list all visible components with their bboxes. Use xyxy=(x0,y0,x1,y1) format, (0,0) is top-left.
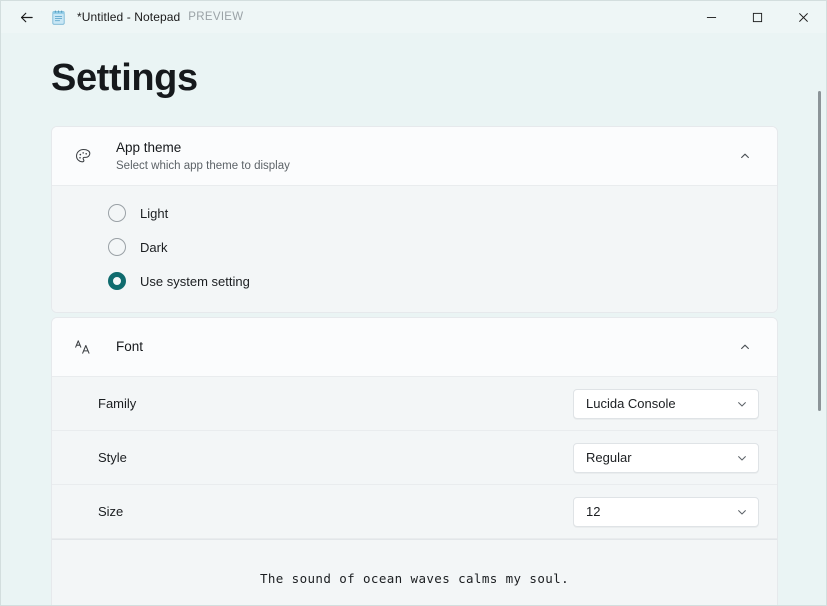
chevron-down-icon xyxy=(736,398,748,410)
app-theme-header[interactable]: App theme Select which app theme to disp… xyxy=(52,127,777,185)
font-card: Font Family Lucida Console Style Regular… xyxy=(51,317,778,605)
radio-label: Dark xyxy=(140,239,168,255)
title-bar: *Untitled - Notepad PREVIEW xyxy=(1,1,826,33)
font-style-row: Style Regular xyxy=(52,431,777,485)
font-header[interactable]: Font xyxy=(52,318,777,376)
radio-indicator xyxy=(108,204,126,222)
font-size-icon xyxy=(70,337,96,357)
font-style-label: Style xyxy=(98,450,127,465)
radio-label: Light xyxy=(140,205,169,221)
font-family-row: Family Lucida Console xyxy=(52,377,777,431)
font-family-label: Family xyxy=(98,396,137,411)
settings-content: Settings App theme Select which app them… xyxy=(1,57,826,605)
font-preview-row: The sound of ocean waves calms my soul. xyxy=(52,539,777,605)
notepad-icon-glyph xyxy=(51,10,65,25)
radio-indicator-selected xyxy=(108,272,126,290)
radio-option-light[interactable]: Light xyxy=(52,196,777,230)
chevron-down-icon-glyph xyxy=(738,455,746,460)
chevron-up-icon xyxy=(741,344,749,350)
back-button[interactable] xyxy=(9,2,43,32)
chevron-down-icon xyxy=(736,452,748,464)
chevron-down-icon-glyph xyxy=(738,401,746,406)
app-theme-expander-button[interactable] xyxy=(731,142,759,170)
font-preview-text: The sound of ocean waves calms my soul. xyxy=(259,571,570,586)
notepad-settings-window: *Untitled - Notepad PREVIEW Settings App… xyxy=(0,0,827,606)
font-header-text: Font xyxy=(116,338,731,356)
app-theme-title: App theme xyxy=(116,139,182,155)
font-title: Font xyxy=(116,339,144,354)
minimize-icon xyxy=(706,16,716,18)
font-options-panel: Family Lucida Console Style Regular Size… xyxy=(52,376,777,605)
scrollbar-thumb[interactable] xyxy=(818,91,821,411)
font-size-row: Size 12 xyxy=(52,485,777,539)
back-arrow-icon xyxy=(20,12,33,22)
radio-option-dark[interactable]: Dark xyxy=(52,230,777,264)
font-size-value: 12 xyxy=(586,504,601,519)
window-title: *Untitled - Notepad xyxy=(77,10,181,24)
font-family-dropdown[interactable]: Lucida Console xyxy=(573,388,759,419)
close-icon xyxy=(798,12,808,22)
chevron-down-icon xyxy=(736,506,748,518)
app-theme-options-panel: Light Dark Use system setting xyxy=(52,185,777,312)
notepad-icon xyxy=(49,8,67,26)
chevron-down-icon-glyph xyxy=(738,509,746,514)
vertical-scrollbar[interactable] xyxy=(811,89,826,605)
caption-buttons xyxy=(688,1,826,33)
radio-option-use-system-setting[interactable]: Use system setting xyxy=(52,264,777,298)
font-expander-button[interactable] xyxy=(731,333,759,361)
settings-cards: App theme Select which app theme to disp… xyxy=(51,126,778,605)
radio-indicator xyxy=(108,238,126,256)
palette-icon-glyph xyxy=(75,148,90,162)
font-style-dropdown[interactable]: Regular xyxy=(573,442,759,473)
app-theme-subtitle: Select which app theme to display xyxy=(116,159,290,172)
maximize-icon xyxy=(752,12,762,22)
close-button[interactable] xyxy=(780,1,826,33)
font-style-value: Regular xyxy=(586,450,632,465)
preview-badge: PREVIEW xyxy=(188,11,244,23)
chevron-up-icon xyxy=(741,153,749,159)
font-size-icon-glyph xyxy=(75,340,90,354)
app-theme-card: App theme Select which app theme to disp… xyxy=(51,126,778,313)
font-family-value: Lucida Console xyxy=(586,396,676,411)
font-size-label: Size xyxy=(98,504,124,519)
app-theme-header-text: App theme Select which app theme to disp… xyxy=(116,139,731,174)
radio-label: Use system setting xyxy=(140,273,250,289)
page-title: Settings xyxy=(51,57,198,99)
palette-icon xyxy=(70,147,96,166)
maximize-button[interactable] xyxy=(734,1,780,33)
font-size-dropdown[interactable]: 12 xyxy=(573,496,759,527)
minimize-button[interactable] xyxy=(688,1,734,33)
